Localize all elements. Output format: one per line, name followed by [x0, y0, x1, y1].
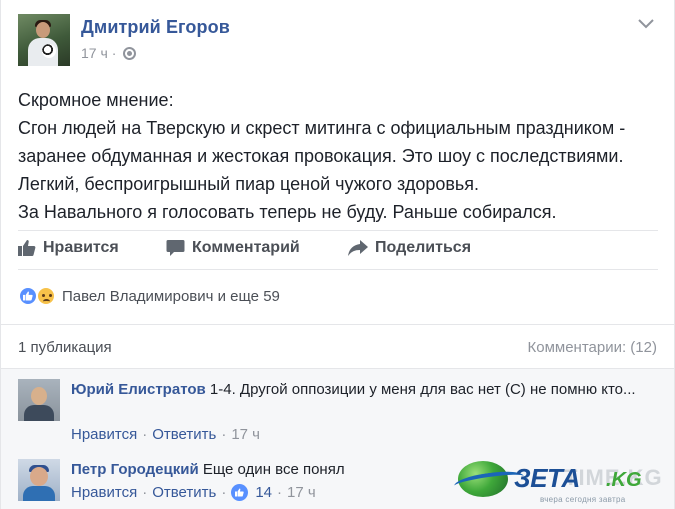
globe-icon[interactable] [123, 46, 137, 60]
watermark-brand: ЗЕТА [514, 463, 580, 493]
thumbs-up-icon [18, 239, 36, 257]
comment-label: Комментарий [192, 239, 300, 256]
post-actions-bar: Нравится Комментарий Поделиться [18, 230, 658, 270]
comment-text: Еще один все понял [202, 461, 345, 478]
comment-reply-link[interactable]: Ответить [152, 484, 216, 501]
comment-time[interactable]: 17 ч [287, 484, 316, 501]
post-time[interactable]: 17 ч [81, 45, 108, 61]
author-name[interactable]: Дмитрий Егоров [81, 17, 230, 38]
comment-like-count[interactable]: 14 [255, 484, 272, 501]
post-text-line: Легкий, беспроигрышный пиар ценой чужого… [18, 174, 480, 194]
post-meta: 17 ч · [81, 45, 137, 61]
comment-author[interactable]: Петр Городецкий [71, 461, 199, 478]
comment-like-link[interactable]: Нравится [71, 484, 137, 501]
watermark-logo: TIME.KG ЗЕТА .KG вчера сегодня завтра [453, 455, 675, 509]
comment-author[interactable]: Юрий Елистратов [71, 381, 206, 398]
separator: · [221, 484, 227, 501]
chevron-down-icon[interactable] [638, 16, 654, 32]
post-text-line: За Навального я голосовать теперь не буд… [18, 202, 557, 222]
separator: · [142, 426, 148, 443]
comment-time[interactable]: 17 ч [231, 426, 260, 443]
post-text-line: Сгон людей на Тверскую и скрест митинга … [18, 118, 626, 138]
avatar[interactable] [18, 379, 60, 421]
share-label: Поделиться [375, 239, 472, 256]
post-header: Дмитрий Егоров 17 ч · [18, 14, 658, 68]
comment-reply-link[interactable]: Ответить [152, 426, 216, 443]
separator: · [277, 484, 283, 501]
reactions-text: Павел Владимирович и еще 59 [62, 287, 280, 305]
comment-like-link[interactable]: Нравится [71, 426, 137, 443]
shares-count[interactable]: 1 публикация [18, 339, 112, 356]
comment-body: Юрий Елистратов 1-4. Другой оппозиции у … [71, 379, 656, 401]
comment-actions: Нравится · Ответить · 17 ч [71, 426, 260, 443]
like-reaction-icon [231, 484, 249, 501]
comment-actions: Нравится · Ответить · 14 · 17 ч [71, 484, 316, 501]
like-label: Нравится [43, 239, 119, 256]
comments-count[interactable]: Комментарии: (12) [528, 339, 658, 356]
share-icon [348, 240, 368, 256]
watermark-domain: .KG [606, 469, 642, 491]
comment-text: 1-4. Другой оппозиции у меня для вас нет… [209, 381, 636, 398]
watermark-tagline: вчера сегодня завтра [540, 495, 626, 504]
like-reaction-icon [18, 286, 38, 306]
comment-item: Юрий Елистратов 1-4. Другой оппозиции у … [18, 379, 658, 449]
comment-button[interactable]: Комментарий [166, 239, 300, 257]
post-text: Скромное мнение: Сгон людей на Тверскую … [18, 86, 668, 226]
post-stats: 1 публикация Комментарии: (12) [1, 324, 674, 368]
reactions-summary[interactable]: Павел Владимирович и еще 59 [18, 286, 280, 306]
separator: · [221, 426, 227, 443]
share-button[interactable]: Поделиться [348, 239, 471, 257]
post-text-line: заранее обдуманная и жестокая провокация… [18, 146, 624, 166]
sad-reaction-icon [36, 286, 56, 306]
author-avatar[interactable] [18, 14, 70, 66]
like-button[interactable]: Нравится [18, 239, 119, 257]
post-text-line: Скромное мнение: [18, 90, 174, 110]
comment-icon [166, 239, 185, 257]
facebook-post: Дмитрий Егоров 17 ч · Скромное мнение: С… [0, 0, 675, 509]
meta-separator: · [111, 45, 117, 61]
avatar[interactable] [18, 459, 60, 501]
separator: · [142, 484, 148, 501]
